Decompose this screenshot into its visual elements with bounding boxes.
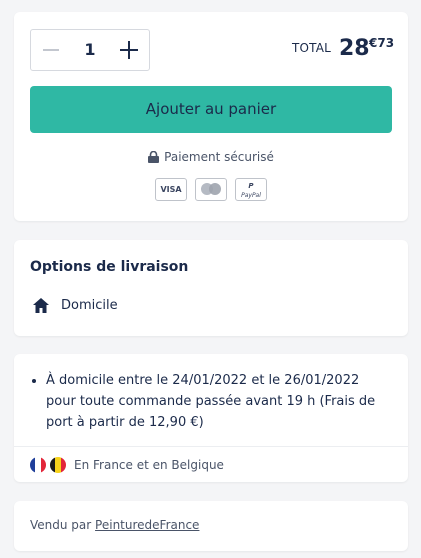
paypal-label: PayPal: [241, 192, 261, 199]
france-flag-icon: [30, 457, 46, 473]
delivery-options-card: Options de livraison Domicile: [14, 240, 408, 336]
delivery-options-title: Options de livraison: [30, 259, 189, 275]
vendor-card: Vendu par PeinturedeFrance: [14, 501, 408, 551]
secure-payment: Paiement sécurisé: [14, 150, 408, 164]
delivery-info-text: À domicile entre le 24/01/2022 et le 26/…: [46, 373, 376, 430]
visa-icon: VISA: [155, 178, 187, 201]
quantity-stepper: 1: [30, 29, 150, 71]
delivery-regions-label: En France et en Belgique: [74, 458, 224, 472]
vendor-info: Vendu par PeinturedeFrance: [30, 518, 199, 532]
lock-icon: [148, 151, 160, 163]
divider: [14, 446, 408, 447]
delivery-info-card: À domicile entre le 24/01/2022 et le 26/…: [14, 354, 408, 482]
mastercard-icon: [195, 178, 227, 201]
secure-payment-label: Paiement sécurisé: [164, 150, 274, 164]
home-icon: [33, 298, 49, 313]
purchase-card: 1 TOTAL 28 €73 Ajouter au panier Paiemen…: [14, 12, 408, 221]
total-label: TOTAL: [292, 41, 332, 55]
payment-methods: VISA P PayPal: [155, 178, 267, 202]
belgium-flag-icon: [50, 457, 66, 473]
total-price-decimal: €73: [369, 36, 395, 50]
vendor-link[interactable]: PeinturedeFrance: [95, 518, 199, 532]
total-price-integer: 28: [339, 36, 370, 61]
paypal-icon: P PayPal: [235, 178, 267, 201]
vendor-prefix: Vendu par: [30, 518, 92, 532]
increase-quantity-button[interactable]: [120, 41, 138, 59]
home-delivery-label: Domicile: [61, 298, 118, 313]
add-to-cart-button[interactable]: Ajouter au panier: [30, 86, 392, 133]
bullet: [32, 379, 36, 383]
